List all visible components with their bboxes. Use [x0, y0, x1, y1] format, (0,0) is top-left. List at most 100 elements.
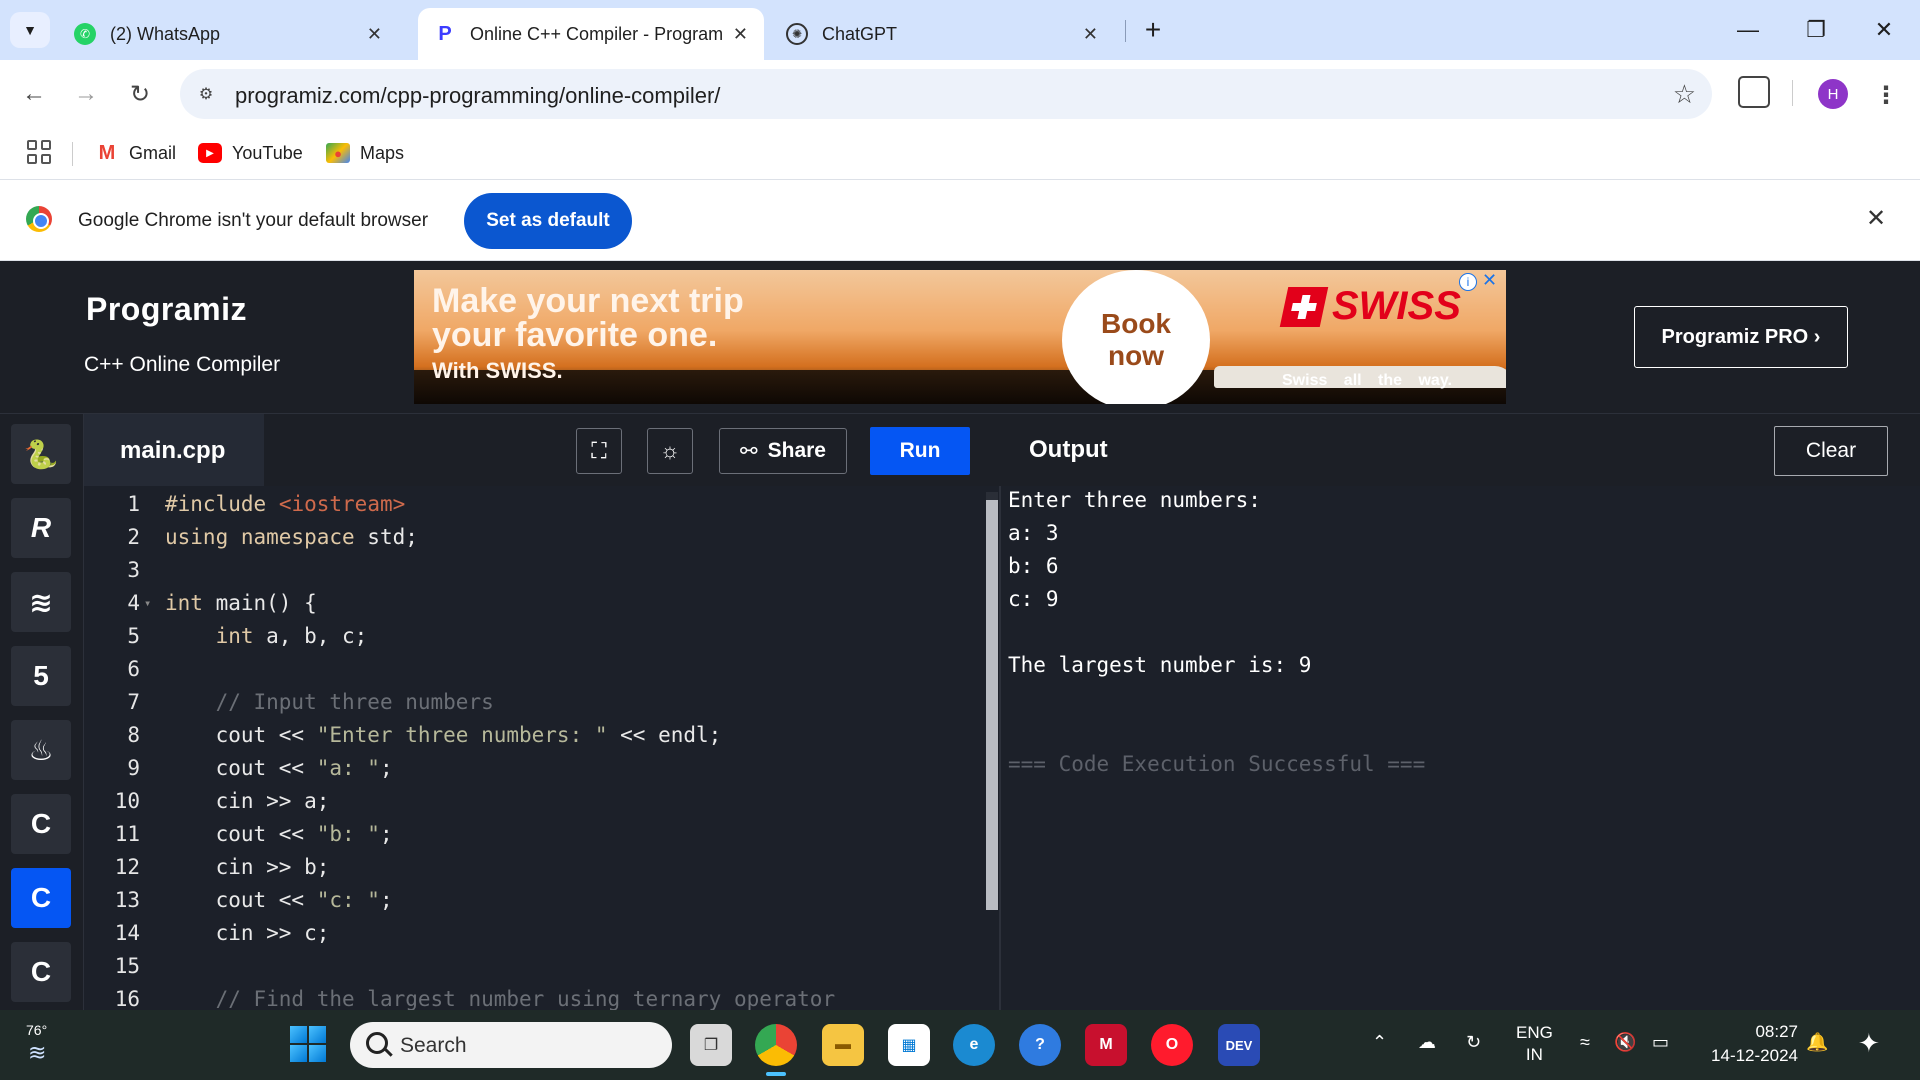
- opera-icon[interactable]: O: [1151, 1024, 1193, 1066]
- address-bar[interactable]: ⚙ programiz.com/cpp-programming/online-c…: [180, 69, 1712, 119]
- code-text[interactable]: cin >> b;: [165, 851, 330, 884]
- bookmark-youtube[interactable]: ▶ YouTube: [198, 138, 303, 168]
- tab-whatsapp[interactable]: ✆ (2) WhatsApp ✕: [58, 8, 398, 60]
- code-text[interactable]: cout << "a: ";: [165, 752, 393, 785]
- volume-muted-icon[interactable]: 🔇: [1614, 1032, 1636, 1053]
- profile-avatar[interactable]: H: [1818, 79, 1848, 109]
- set-default-button[interactable]: Set as default: [464, 193, 632, 249]
- devcpp-icon[interactable]: DEV: [1218, 1024, 1260, 1066]
- close-tab-icon[interactable]: ✕: [1083, 24, 1098, 45]
- bookmark-star-icon[interactable]: ☆: [1673, 79, 1696, 110]
- code-text[interactable]: int main() {: [165, 587, 317, 620]
- programiz-pro-button[interactable]: Programiz PRO ›: [1634, 306, 1848, 368]
- language-indicator[interactable]: ENG IN: [1516, 1022, 1553, 1066]
- programiz-logo[interactable]: Programiz: [86, 291, 247, 328]
- sync-icon[interactable]: ↻: [1466, 1032, 1481, 1053]
- swiss-ad-banner[interactable]: Make your next trip your favorite one. W…: [414, 270, 1506, 404]
- code-line[interactable]: 8 cout << "Enter three numbers: " << end…: [84, 719, 989, 752]
- back-button[interactable]: ←: [14, 74, 54, 114]
- menu-kebab-icon[interactable]: ⋮: [1872, 80, 1900, 110]
- notification-bell-icon[interactable]: 🔔: [1806, 1032, 1828, 1053]
- help-icon[interactable]: ?: [1019, 1024, 1061, 1066]
- lang-r[interactable]: R: [11, 498, 71, 558]
- apps-grid-icon[interactable]: [27, 140, 51, 164]
- run-button[interactable]: Run: [870, 427, 970, 475]
- code-line[interactable]: 1 #include <iostream>: [84, 488, 989, 521]
- close-window-button[interactable]: ✕: [1854, 10, 1914, 50]
- lang-c[interactable]: C: [11, 794, 71, 854]
- start-button[interactable]: [290, 1026, 326, 1062]
- code-line[interactable]: 10 cin >> a;: [84, 785, 989, 818]
- extensions-icon[interactable]: [1738, 76, 1770, 108]
- share-button[interactable]: ⚯ Share: [719, 428, 847, 474]
- code-line[interactable]: 9 cout << "a: ";: [84, 752, 989, 785]
- weather-temp[interactable]: 76°: [26, 1022, 47, 1038]
- code-line[interactable]: 6: [84, 653, 989, 686]
- bookmark-gmail[interactable]: M Gmail: [95, 138, 176, 168]
- url-text[interactable]: programiz.com/cpp-programming/online-com…: [235, 83, 720, 109]
- file-tab-main[interactable]: main.cpp: [84, 414, 264, 487]
- site-settings-icon[interactable]: ⚙: [192, 80, 220, 108]
- new-tab-button[interactable]: +: [1135, 12, 1171, 48]
- code-line[interactable]: 16 // Find the largest number using tern…: [84, 983, 989, 1010]
- lang-sql[interactable]: ≋: [11, 572, 71, 632]
- code-text[interactable]: // Find the largest number using ternary…: [165, 983, 836, 1010]
- battery-icon[interactable]: ▭: [1652, 1032, 1669, 1053]
- taskbar-clock[interactable]: 08:27 14-12-2024: [1700, 1020, 1798, 1068]
- tray-overflow-icon[interactable]: ⌃: [1372, 1032, 1387, 1053]
- code-line[interactable]: 2 using namespace std;: [84, 521, 989, 554]
- code-line[interactable]: 7 // Input three numbers: [84, 686, 989, 719]
- ad-book-now-button[interactable]: Book now: [1062, 270, 1210, 404]
- taskbar-search[interactable]: Search: [350, 1022, 672, 1068]
- lang-html[interactable]: 5: [11, 646, 71, 706]
- copilot-icon[interactable]: ✦: [1858, 1028, 1880, 1059]
- code-line[interactable]: 12 cin >> b;: [84, 851, 989, 884]
- code-text[interactable]: cout << "b: ";: [165, 818, 393, 851]
- theme-toggle-button[interactable]: ☼: [647, 428, 693, 474]
- code-text[interactable]: int a, b, c;: [165, 620, 368, 653]
- close-tab-icon[interactable]: ✕: [733, 24, 748, 45]
- lang-java[interactable]: ♨: [11, 720, 71, 780]
- fold-arrow-icon[interactable]: ▾: [144, 587, 151, 620]
- edge-icon[interactable]: e: [953, 1024, 995, 1066]
- fullscreen-button[interactable]: ⛶: [576, 428, 622, 474]
- clear-button[interactable]: Clear: [1774, 426, 1888, 476]
- editor-scrollbar-thumb[interactable]: [986, 500, 998, 910]
- tab-programiz[interactable]: P Online C++ Compiler - Programiz ✕: [418, 8, 764, 60]
- code-line[interactable]: 13 cout << "c: ";: [84, 884, 989, 917]
- code-line[interactable]: 15: [84, 950, 989, 983]
- code-text[interactable]: // Input three numbers: [165, 686, 494, 719]
- close-tab-icon[interactable]: ✕: [367, 24, 382, 45]
- chrome-taskbar-icon[interactable]: [755, 1024, 797, 1076]
- restore-button[interactable]: ❐: [1786, 10, 1846, 50]
- code-text[interactable]: cout << "Enter three numbers: " << endl;: [165, 719, 722, 752]
- microsoft-store-icon[interactable]: ▦: [888, 1024, 930, 1066]
- close-infobar-icon[interactable]: ✕: [1866, 204, 1886, 233]
- code-text[interactable]: cout << "c: ";: [165, 884, 393, 917]
- wifi-icon[interactable]: ≈: [1580, 1032, 1590, 1053]
- tab-search-button[interactable]: ▼: [10, 12, 50, 48]
- code-text[interactable]: cin >> a;: [165, 785, 330, 818]
- file-explorer-icon[interactable]: ▬: [822, 1024, 864, 1066]
- lang-cpp[interactable]: C: [11, 868, 71, 928]
- lang-csharp[interactable]: C: [11, 942, 71, 1002]
- code-line[interactable]: 14 cin >> c;: [84, 917, 989, 950]
- forward-button[interactable]: →: [66, 74, 106, 114]
- code-line[interactable]: 11 cout << "b: ";: [84, 818, 989, 851]
- output-console[interactable]: Enter three numbers: a: 3 b: 6 c: 9 The larg…: [1001, 486, 1920, 1010]
- ad-info-icon[interactable]: i: [1459, 273, 1477, 291]
- code-text[interactable]: #include <iostream>: [165, 488, 405, 521]
- onedrive-icon[interactable]: ☁: [1418, 1032, 1436, 1053]
- code-text[interactable]: cin >> c;: [165, 917, 330, 950]
- bookmark-maps[interactable]: ● Maps: [326, 138, 404, 168]
- minimize-button[interactable]: —: [1718, 10, 1778, 50]
- code-editor[interactable]: 1 #include <iostream> 2 using namespace std…: [84, 486, 1001, 1010]
- lang-python[interactable]: 🐍: [11, 424, 71, 484]
- mcafee-icon[interactable]: M: [1085, 1024, 1127, 1066]
- task-view-icon[interactable]: ❐: [690, 1024, 732, 1066]
- ad-close-icon[interactable]: ✕: [1482, 270, 1497, 291]
- reload-button[interactable]: ↻: [120, 74, 160, 114]
- weather-icon[interactable]: ≋: [28, 1040, 68, 1065]
- code-line[interactable]: 3: [84, 554, 989, 587]
- code-line[interactable]: 4 ▾ int main() {: [84, 587, 989, 620]
